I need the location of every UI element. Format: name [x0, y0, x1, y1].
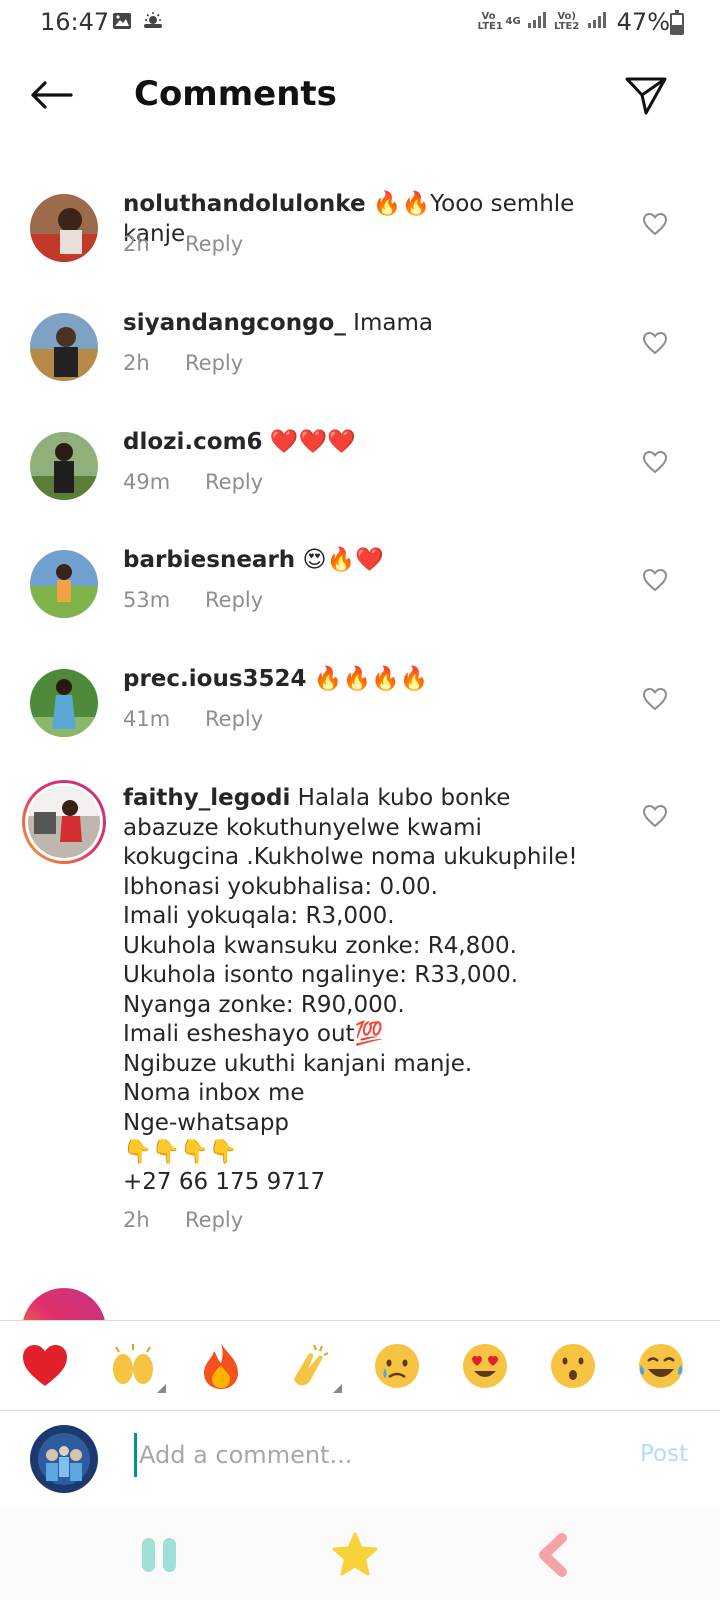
share-button[interactable] [624, 74, 672, 122]
reply-button[interactable]: Reply [185, 232, 243, 256]
comment-time: 2h [123, 1208, 150, 1232]
reply-button[interactable]: Reply [205, 470, 263, 494]
like-button[interactable] [642, 212, 668, 236]
comment-text-line: Nyanga zonke: R90,000. [123, 991, 405, 1018]
comment-time: 41m [123, 707, 171, 731]
star-icon [330, 1532, 380, 1584]
comment-time: 2h [123, 351, 150, 375]
post-button[interactable]: Post [640, 1441, 688, 1467]
reply-button[interactable]: Reply [185, 1208, 243, 1232]
comment-text-line: Nge-whatsapp [123, 1109, 290, 1136]
comment-username[interactable]: prec.ious3524 [123, 666, 307, 692]
heart-outline-icon [642, 331, 668, 359]
heart-outline-icon [642, 804, 668, 832]
heart-outline-icon [642, 450, 668, 478]
signal-icon [587, 11, 607, 33]
comment-text: 😍🔥❤️ [295, 547, 384, 573]
chevron-left-icon [530, 1533, 580, 1584]
comment-username[interactable]: barbiesnearh [123, 547, 295, 573]
avatar[interactable] [30, 669, 98, 737]
current-user-avatar [30, 1425, 98, 1493]
emoji-fire-button[interactable] [196, 1341, 246, 1391]
home-button[interactable] [330, 1530, 380, 1580]
avatar[interactable] [30, 550, 98, 618]
variant-indicator [333, 1384, 342, 1393]
comment-text-line: Imali yokuqala: R3,000. [123, 903, 395, 929]
network-type-label: 4G [505, 16, 521, 27]
avatar[interactable] [30, 194, 98, 262]
battery-icon [670, 10, 684, 35]
system-navigation-bar [0, 1506, 720, 1600]
header: Comments [0, 46, 720, 146]
comment-username[interactable]: dlozi.com6 [123, 429, 263, 455]
variant-indicator [157, 1384, 166, 1393]
reply-button[interactable]: Reply [185, 351, 243, 375]
comment-username[interactable]: noluthandolulonke [123, 191, 366, 217]
page-title: Comments [134, 74, 337, 114]
emoji-tears-of-joy-button[interactable] [636, 1341, 686, 1391]
comment-text: Imama [345, 310, 433, 336]
reply-button[interactable]: Reply [205, 588, 263, 612]
comment-text-line: Noma inbox me [123, 1080, 305, 1106]
status-bar: 16:47 Vo LTE1 4G Vo) LTE2 47% [0, 0, 720, 46]
avatar [28, 786, 100, 858]
comment-time: 53m [123, 588, 171, 612]
comment-text-line: Ibhonasi yokubhalisa: 0.00. [123, 873, 438, 900]
sim2-label: Vo) LTE2 [553, 11, 580, 32]
avatar[interactable] [30, 313, 98, 381]
comment-text-line: abazuze kokuthunyelwe kwami [123, 814, 482, 841]
comment-text-line: kokugcina .Kukholwe noma ukukuphile! [123, 844, 578, 870]
avatar-story-ring[interactable] [22, 780, 106, 864]
comment-text-line: Ukuhola isonto ngalinye: R33,000. [123, 962, 519, 988]
comment-text-line: 👇👇👇👇 [123, 1139, 238, 1165]
like-button[interactable] [642, 687, 668, 711]
comment-input[interactable] [134, 1433, 594, 1477]
emoji-surprised-face-button[interactable] [548, 1341, 598, 1391]
emoji-heart-eyes-button[interactable] [460, 1341, 510, 1391]
like-button[interactable] [642, 568, 668, 592]
pause-icon [134, 1538, 184, 1584]
emoji-raising-hands-button[interactable] [108, 1341, 166, 1393]
comment-username[interactable]: faithy_legodi [123, 785, 290, 811]
emoji-crying-face-button[interactable] [372, 1341, 422, 1391]
comment-text-line: +27 66 175 9717 [123, 1168, 326, 1195]
emoji-heart-button[interactable] [20, 1341, 70, 1391]
heart-outline-icon [642, 687, 668, 715]
gallery-icon [112, 12, 132, 34]
like-button[interactable] [642, 450, 668, 474]
comment-time: 49m [123, 470, 171, 494]
recents-button[interactable] [134, 1530, 184, 1580]
comment-composer: Post [0, 1410, 720, 1506]
sim1-label: Vo LTE1 [477, 11, 503, 32]
heart-outline-icon [642, 212, 668, 240]
comment-text: ❤️❤️❤️ [262, 429, 356, 455]
status-time: 16:47 [40, 8, 110, 36]
comment-text: 🔥🔥🔥🔥 [306, 666, 429, 692]
next-comment-peek [0, 1282, 720, 1320]
comment-text-line: Ngibuze ukuthi kanjani manje. [123, 1050, 473, 1077]
comment-time: 2h [123, 232, 150, 256]
back-button[interactable] [26, 74, 76, 120]
reply-button[interactable]: Reply [205, 707, 263, 731]
emoji-quick-bar [0, 1320, 720, 1410]
back-nav-button[interactable] [530, 1530, 580, 1580]
comment-text-line: Ukuhola kwansuku zonke: R4,800. [123, 932, 517, 959]
battery-percentage: 47% [616, 8, 670, 36]
comment-text: Halala kubo bonke [290, 785, 511, 811]
avatar[interactable] [30, 432, 98, 500]
emoji-clapping-button[interactable] [284, 1341, 342, 1393]
like-button[interactable] [642, 331, 668, 355]
like-button[interactable] [642, 804, 668, 828]
weather-icon [142, 12, 164, 34]
comment-text-line: Imali esheshayo out💯 [123, 1021, 384, 1047]
paper-plane-icon [624, 77, 668, 122]
signal-icon [527, 11, 547, 33]
arrow-left-icon [29, 80, 73, 114]
comment-username[interactable]: siyandangcongo_ [123, 310, 346, 336]
heart-outline-icon [642, 568, 668, 596]
avatar-story-ring[interactable] [22, 1288, 106, 1320]
